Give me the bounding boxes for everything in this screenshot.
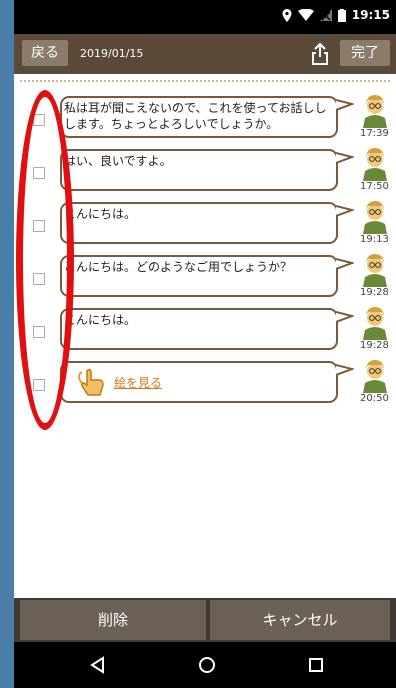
message-text: こんにちは。 xyxy=(64,313,137,327)
message-text: こんにちは。 xyxy=(64,207,137,221)
select-checkbox[interactable] xyxy=(33,114,45,126)
app-header: 戻る 2019/01/15 完了 xyxy=(14,34,396,74)
dotted-divider xyxy=(20,80,390,82)
message-text: はい、良いですよ。 xyxy=(64,154,172,168)
wifi-icon xyxy=(297,9,314,21)
bubble-tail-icon xyxy=(336,152,354,164)
bottom-action-bar: 削除 キャンセル xyxy=(14,598,396,642)
done-button[interactable]: 完了 xyxy=(340,40,390,66)
avatar-icon xyxy=(363,95,387,128)
avatar-icon xyxy=(363,148,387,181)
system-nav-bar xyxy=(14,642,396,688)
back-nav-icon[interactable] xyxy=(88,655,108,675)
bubble-tail-icon xyxy=(336,258,354,270)
status-bar: 19:15 xyxy=(14,0,396,34)
status-time: 19:15 xyxy=(351,8,390,22)
back-button[interactable]: 戻る xyxy=(22,40,68,66)
message-time: 19:28 xyxy=(360,340,389,351)
bubble-tail-icon xyxy=(336,205,354,217)
message-time: 17:39 xyxy=(360,128,389,139)
message-row: こんにちは。 19:13 xyxy=(14,198,396,248)
message-time: 19:28 xyxy=(360,287,389,298)
select-checkbox[interactable] xyxy=(33,220,45,232)
message-row: 絵を見る 20:50 xyxy=(14,357,396,407)
avatar-icon xyxy=(363,254,387,287)
conversation-date: 2019/01/15 xyxy=(80,47,144,60)
recents-nav-icon[interactable] xyxy=(306,655,326,675)
select-checkbox[interactable] xyxy=(33,379,45,391)
delete-button[interactable]: 削除 xyxy=(20,600,206,640)
message-list: 私は耳が聞こえないので、これを使ってお話ししします。ちょっとよろしいでしょうか。… xyxy=(14,74,396,598)
bubble-tail-icon xyxy=(336,99,354,111)
message-row: こんにちは。 19:28 xyxy=(14,304,396,354)
signal-icon xyxy=(319,9,332,21)
view-picture-link[interactable]: 絵を見る xyxy=(114,374,162,391)
message-row: はい、良いですよ。 17:50 xyxy=(14,145,396,195)
avatar-icon xyxy=(363,360,387,393)
bubble-tail-icon xyxy=(336,311,354,323)
avatar-icon xyxy=(363,201,387,234)
share-icon[interactable] xyxy=(310,42,330,66)
message-row: こんにちは。どのようなご用でしょうか？ 19:28 xyxy=(14,251,396,301)
bubble-tail-icon xyxy=(336,364,354,376)
location-icon xyxy=(282,8,292,22)
avatar-icon xyxy=(363,307,387,340)
select-checkbox[interactable] xyxy=(33,326,45,338)
message-text: 私は耳が聞こえないので、これを使ってお話ししします。ちょっとよろしいでしょうか。 xyxy=(64,101,327,131)
home-nav-icon[interactable] xyxy=(197,655,217,675)
message-time: 20:50 xyxy=(360,393,389,404)
app-screen: 19:15 戻る 2019/01/15 完了 私は耳が聞こえないので、これを使っ… xyxy=(14,0,396,688)
message-row: 私は耳が聞こえないので、これを使ってお話ししします。ちょっとよろしいでしょうか。… xyxy=(14,92,396,142)
pointing-hand-icon xyxy=(78,368,104,396)
cancel-button[interactable]: キャンセル xyxy=(210,600,390,640)
select-checkbox[interactable] xyxy=(33,167,45,179)
message-text: こんにちは。どのようなご用でしょうか？ xyxy=(64,260,293,274)
message-time: 17:50 xyxy=(360,181,389,192)
battery-icon xyxy=(337,8,346,22)
message-time: 19:13 xyxy=(360,234,389,245)
select-checkbox[interactable] xyxy=(33,273,45,285)
